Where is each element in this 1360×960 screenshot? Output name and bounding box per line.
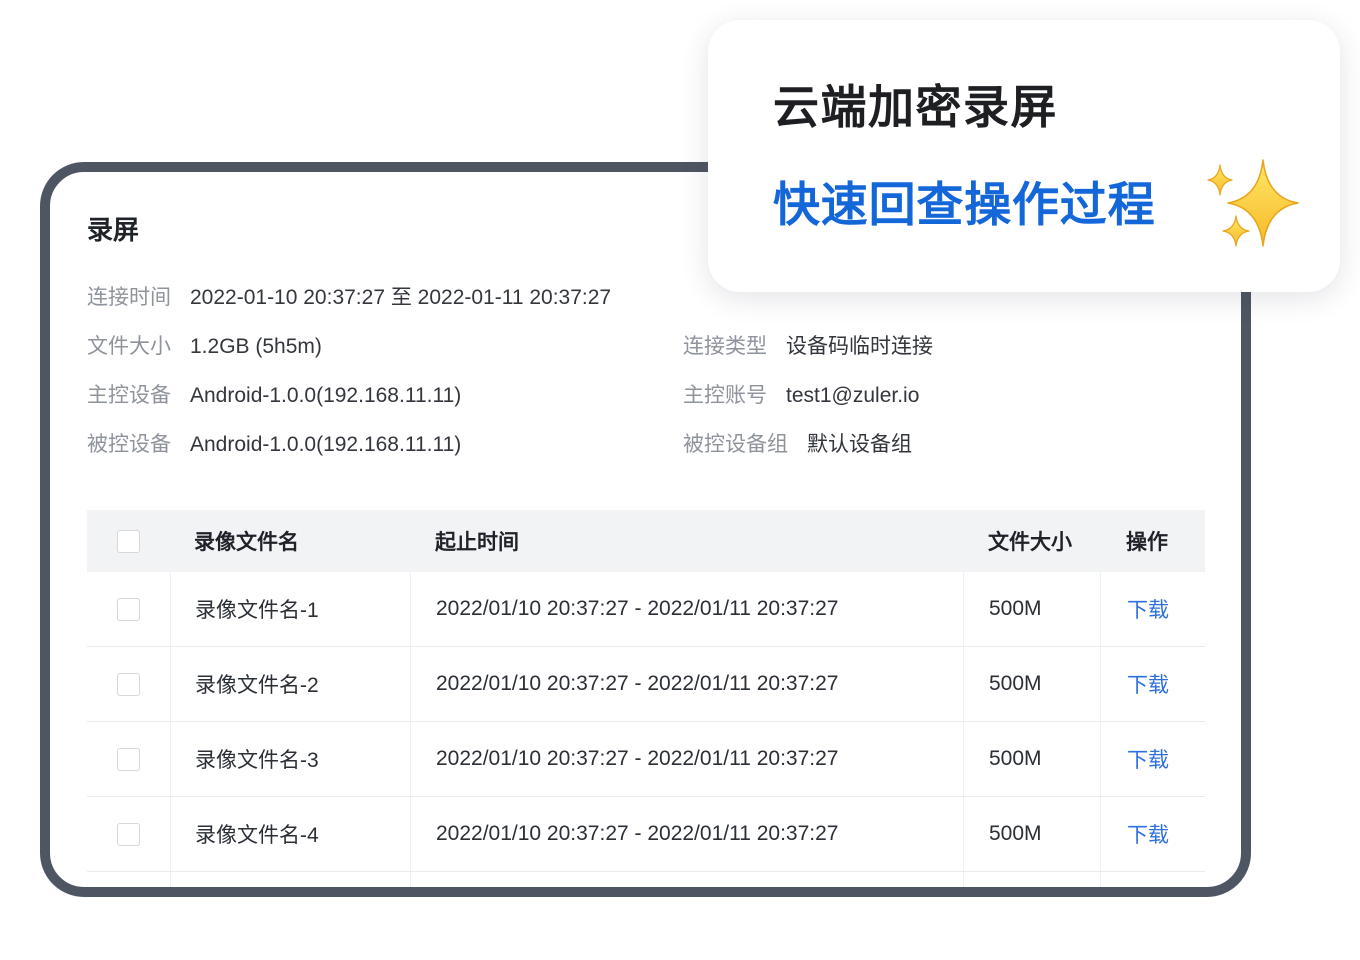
time-range-cell bbox=[410, 872, 963, 887]
file-name-cell: 录像文件名-2 bbox=[170, 647, 410, 721]
action-cell: 下载 bbox=[1100, 797, 1205, 871]
file-size-cell: 500M bbox=[963, 722, 1100, 796]
row-checkbox[interactable] bbox=[117, 747, 140, 771]
info-label: 连接时间 bbox=[87, 286, 171, 309]
action-cell: 下载 bbox=[1100, 647, 1205, 721]
promo-card: 云端加密录屏 快速回查操作过程 bbox=[708, 20, 1340, 292]
file-name-cell: 录像文件名-4 bbox=[170, 797, 410, 871]
sparkle-small bbox=[1207, 164, 1233, 196]
sparkle-small bbox=[1222, 215, 1250, 247]
promo-title: 云端加密录屏 bbox=[773, 81, 1058, 133]
download-link[interactable]: 下载 bbox=[1127, 819, 1169, 849]
info-value: test1@zuler.io bbox=[786, 384, 920, 407]
table-row: 录像文件名-2 2022/01/10 20:37:27 - 2022/01/11… bbox=[87, 647, 1205, 722]
table-row: 录像文件名-4 2022/01/10 20:37:27 - 2022/01/11… bbox=[87, 797, 1205, 872]
table-header: 录像文件名 起止时间 文件大小 操作 bbox=[87, 510, 1205, 572]
info-item-controlled-device-group: 被控设备组 默认设备组 bbox=[683, 430, 912, 460]
info-value: Android-1.0.0(192.168.11.11) bbox=[190, 433, 462, 456]
info-item-controller-device: 主控设备 Android-1.0.0(192.168.11.11) bbox=[87, 381, 683, 411]
table-row-partial bbox=[87, 872, 1205, 887]
info-label: 主控账号 bbox=[683, 384, 767, 407]
info-item-file-size: 文件大小 1.2GB (5h5m) bbox=[87, 332, 683, 362]
select-cell bbox=[87, 797, 170, 871]
info-value: 2022-01-10 20:37:27 至 2022-01-11 20:37:2… bbox=[190, 286, 612, 309]
info-label: 主控设备 bbox=[87, 384, 171, 407]
info-item-controller-account: 主控账号 test1@zuler.io bbox=[683, 381, 919, 411]
column-header-file-size: 文件大小 bbox=[988, 531, 1072, 554]
table-row: 录像文件名-3 2022/01/10 20:37:27 - 2022/01/11… bbox=[87, 722, 1205, 797]
select-cell bbox=[87, 572, 170, 646]
info-value: 1.2GB (5h5m) bbox=[190, 335, 322, 358]
file-size-cell: 500M bbox=[963, 572, 1100, 646]
row-checkbox[interactable] bbox=[117, 597, 140, 621]
table-row: 录像文件名-1 2022/01/10 20:37:27 - 2022/01/11… bbox=[87, 572, 1205, 647]
time-range-cell: 2022/01/10 20:37:27 - 2022/01/11 20:37:2… bbox=[410, 572, 963, 646]
action-cell: 下载 bbox=[1100, 722, 1205, 796]
promo-subtitle: 快速回查操作过程 bbox=[773, 178, 1156, 231]
info-label: 连接类型 bbox=[683, 335, 767, 358]
info-row-file-size: 文件大小 1.2GB (5h5m) 连接类型 设备码临时连接 bbox=[87, 332, 1205, 362]
file-name-cell: 录像文件名-1 bbox=[170, 572, 410, 646]
time-range-cell: 2022/01/10 20:37:27 - 2022/01/11 20:37:2… bbox=[410, 797, 963, 871]
column-header-action: 操作 bbox=[1126, 531, 1168, 554]
info-label: 文件大小 bbox=[87, 335, 171, 358]
info-row-controller: 主控设备 Android-1.0.0(192.168.11.11) 主控账号 t… bbox=[87, 381, 1205, 411]
info-item-connection-type: 连接类型 设备码临时连接 bbox=[683, 332, 933, 362]
column-header-file-name: 录像文件名 bbox=[194, 531, 299, 554]
select-cell bbox=[87, 647, 170, 721]
action-cell: 下载 bbox=[1100, 572, 1205, 646]
download-link[interactable]: 下载 bbox=[1127, 744, 1169, 774]
row-checkbox[interactable] bbox=[117, 822, 140, 846]
file-name-cell bbox=[170, 872, 410, 887]
info-row-controlled: 被控设备 Android-1.0.0(192.168.11.11) 被控设备组 … bbox=[87, 430, 1205, 460]
action-cell bbox=[1100, 872, 1205, 887]
file-size-cell: 500M bbox=[963, 797, 1100, 871]
row-checkbox[interactable] bbox=[117, 672, 140, 696]
time-range-cell: 2022/01/10 20:37:27 - 2022/01/11 20:37:2… bbox=[410, 722, 963, 796]
column-header-time-range: 起止时间 bbox=[435, 531, 519, 554]
info-label: 被控设备 bbox=[87, 433, 171, 456]
recordings-table: 录像文件名 起止时间 文件大小 操作 录像文件名-1 2022/01/10 20… bbox=[87, 510, 1205, 887]
sparkles-icon bbox=[1207, 159, 1299, 247]
page-title: 录屏 bbox=[87, 215, 140, 245]
info-value: 设备码临时连接 bbox=[786, 335, 933, 358]
info-value: 默认设备组 bbox=[807, 433, 912, 456]
file-size-cell bbox=[963, 872, 1100, 887]
file-size-cell: 500M bbox=[963, 647, 1100, 721]
download-link[interactable]: 下载 bbox=[1127, 594, 1169, 624]
file-name-cell: 录像文件名-3 bbox=[170, 722, 410, 796]
select-cell bbox=[87, 872, 170, 887]
select-cell bbox=[87, 722, 170, 796]
info-label: 被控设备组 bbox=[683, 433, 788, 456]
info-item-connection-time: 连接时间 2022-01-10 20:37:27 至 2022-01-11 20… bbox=[87, 283, 683, 313]
download-link[interactable]: 下载 bbox=[1127, 669, 1169, 699]
select-all-checkbox[interactable] bbox=[117, 529, 140, 553]
time-range-cell: 2022/01/10 20:37:27 - 2022/01/11 20:37:2… bbox=[410, 647, 963, 721]
info-value: Android-1.0.0(192.168.11.11) bbox=[190, 384, 462, 407]
header-select-cell bbox=[87, 510, 170, 572]
info-item-controlled-device: 被控设备 Android-1.0.0(192.168.11.11) bbox=[87, 430, 683, 460]
